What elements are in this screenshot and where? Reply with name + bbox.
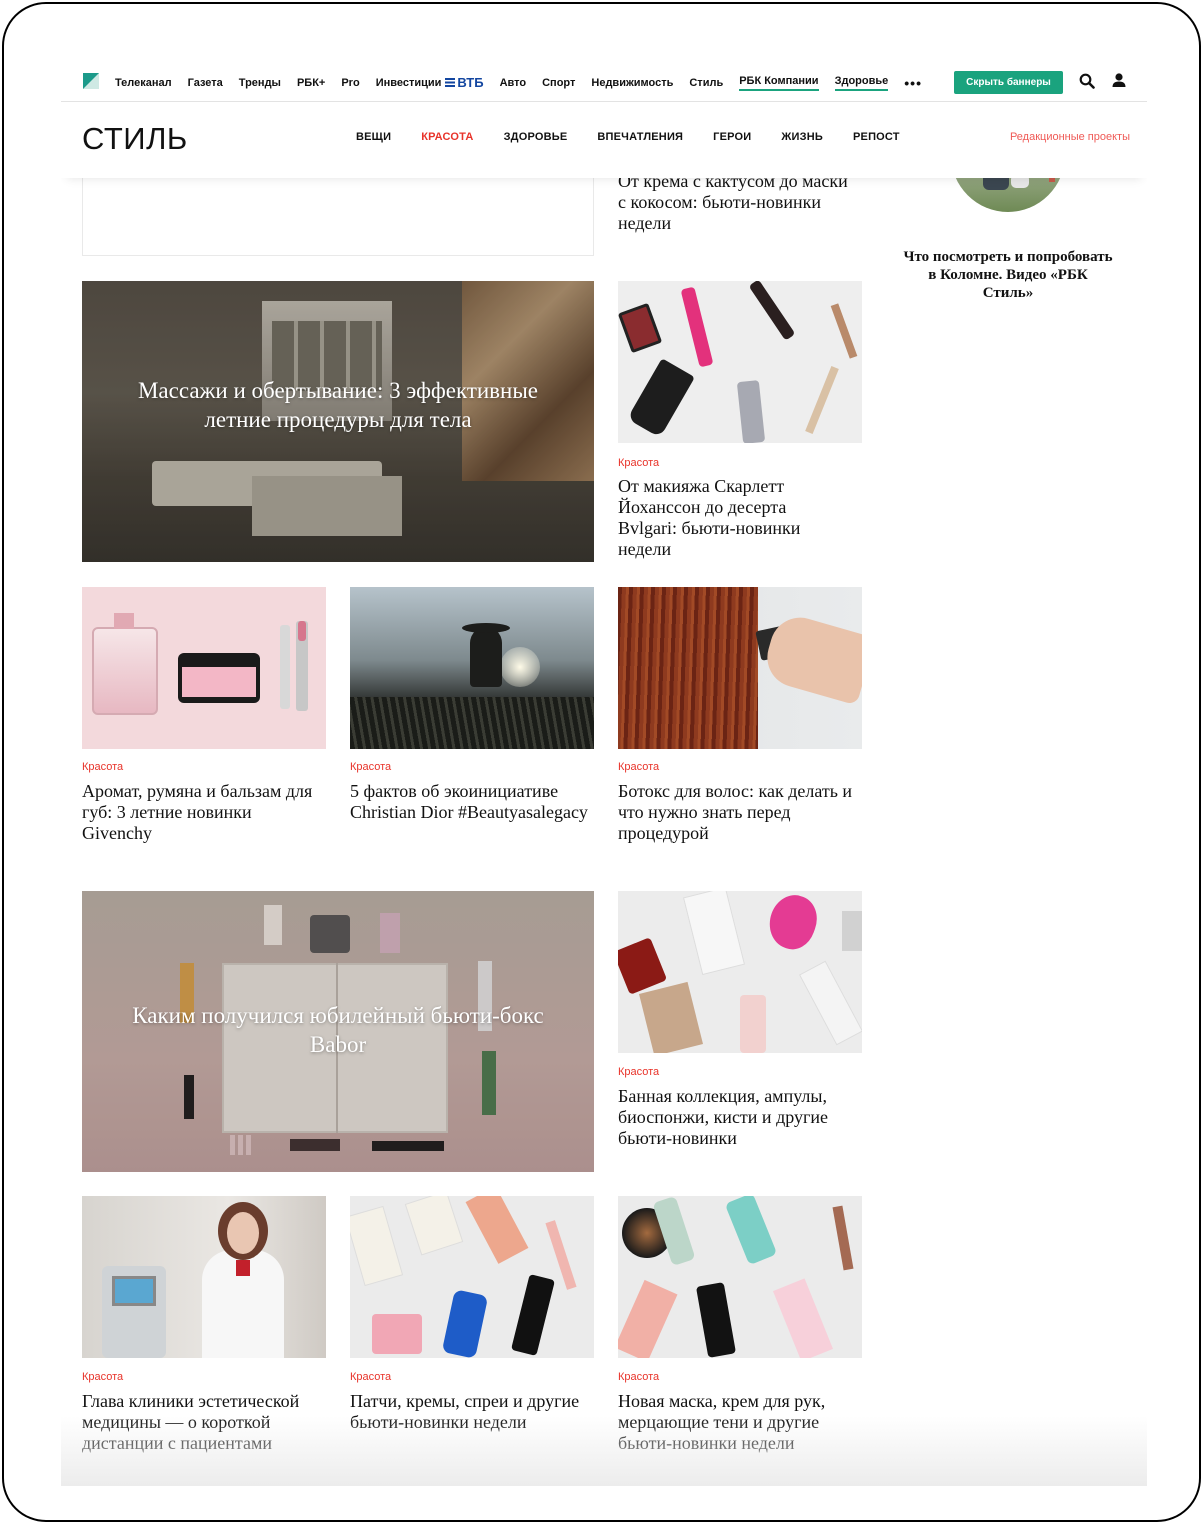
nav-link-trends[interactable]: Тренды bbox=[239, 74, 281, 91]
card-bath-rubric[interactable]: Красота bbox=[618, 1066, 659, 1078]
top-nav-links: Телеканал Газета Тренды РБК+ Pro Инвести… bbox=[115, 74, 938, 91]
card-dior-image[interactable] bbox=[350, 587, 594, 749]
nav-link-investments-label: Инвестиции bbox=[375, 76, 442, 89]
page: Телеканал Газета Тренды РБК+ Pro Инвести… bbox=[61, 54, 1147, 1486]
sidebar-video-title[interactable]: Что посмотреть и попробовать в Коломне. … bbox=[903, 248, 1113, 302]
section-nav-heroes[interactable]: ГЕРОИ bbox=[713, 131, 751, 143]
card-clinic-image[interactable] bbox=[82, 1196, 326, 1358]
card-givenchy-rubric[interactable]: Красота bbox=[82, 761, 123, 773]
section-nav-life[interactable]: ЖИЗНЬ bbox=[781, 131, 823, 143]
feature-massage-image[interactable]: Массажи и обертывание: 3 эффективные лет… bbox=[82, 281, 594, 562]
nav-link-investments[interactable]: Инвестиции ВТБ bbox=[376, 74, 484, 91]
card-botox-rubric[interactable]: Красота bbox=[618, 761, 659, 773]
card-patches-rubric[interactable]: Красота bbox=[350, 1371, 391, 1383]
nav-link-rbc-plus[interactable]: РБК+ bbox=[297, 74, 325, 91]
card-clinic-rubric[interactable]: Красота bbox=[82, 1371, 123, 1383]
section-nav-impressions[interactable]: ВПЕЧАТЛЕНИЯ bbox=[597, 131, 683, 143]
card-givenchy-image[interactable] bbox=[82, 587, 326, 749]
card-givenchy-title[interactable]: Аромат, румяна и бальзам для губ: 3 летн… bbox=[82, 781, 322, 844]
top-nav: Телеканал Газета Тренды РБК+ Pro Инвести… bbox=[61, 54, 1147, 102]
nav-link-health[interactable]: Здоровье bbox=[834, 74, 889, 91]
nav-link-realty[interactable]: Недвижимость bbox=[591, 74, 673, 91]
card-dior-title[interactable]: 5 фактов об экоинициативе Christian Dior… bbox=[350, 781, 590, 823]
vtb-logo-icon: ВТБ bbox=[445, 74, 484, 90]
user-icon[interactable] bbox=[1111, 72, 1127, 88]
search-icon[interactable] bbox=[1079, 73, 1095, 89]
nav-link-newspaper[interactable]: Газета bbox=[188, 74, 223, 91]
card-botox-title[interactable]: Ботокс для волос: как делать и что нужно… bbox=[618, 781, 864, 844]
section-nav-repost[interactable]: РЕПОСТ bbox=[853, 131, 900, 143]
page-bottom-fade bbox=[61, 1416, 1147, 1486]
card-dior-rubric[interactable]: Красота bbox=[350, 761, 391, 773]
feature-babor-image[interactable]: Каким получился юбилейный бьюти-бокс Bab… bbox=[82, 891, 594, 1172]
card-scarlett-image[interactable] bbox=[618, 281, 862, 443]
nav-link-auto[interactable]: Авто bbox=[500, 74, 527, 91]
section-title[interactable]: СТИЛЬ bbox=[82, 121, 188, 157]
card-botox-image[interactable] bbox=[618, 587, 862, 749]
card-mask-image[interactable] bbox=[618, 1196, 862, 1358]
nav-link-companies[interactable]: РБК Компании bbox=[739, 74, 819, 91]
hide-banners-button[interactable]: Скрыть баннеры bbox=[954, 71, 1063, 94]
editorial-projects-link[interactable]: Редакционные проекты bbox=[1010, 131, 1130, 143]
feature-massage-title: Массажи и обертывание: 3 эффективные лет… bbox=[137, 378, 539, 432]
nav-link-pro[interactable]: Pro bbox=[341, 74, 359, 91]
section-nav: ВЕЩИ КРАСОТА ЗДОРОВЬЕ ВПЕЧАТЛЕНИЯ ГЕРОИ … bbox=[356, 131, 930, 143]
card-scarlett-title[interactable]: От макияжа Скарлетт Йоханссон до десерта… bbox=[618, 476, 848, 560]
vtb-label: ВТБ bbox=[457, 74, 484, 90]
card-title-cactus[interactable]: От крема с кактусом до маски с кокосом: … bbox=[618, 171, 848, 234]
section-nav-beauty[interactable]: КРАСОТА bbox=[421, 131, 473, 143]
section-nav-health[interactable]: ЗДОРОВЬЕ bbox=[504, 131, 568, 143]
section-nav-things[interactable]: ВЕЩИ bbox=[356, 131, 391, 143]
card-bath-image[interactable] bbox=[618, 891, 862, 1053]
nav-link-sport[interactable]: Спорт bbox=[542, 74, 575, 91]
card-scarlett-rubric[interactable]: Красота bbox=[618, 457, 659, 469]
feature-babor-title: Каким получился юбилейный бьюти-бокс Bab… bbox=[132, 1003, 544, 1057]
nav-link-style[interactable]: Стиль bbox=[689, 74, 723, 91]
card-bath-title[interactable]: Банная коллекция, ампулы, биоспонжи, кис… bbox=[618, 1086, 864, 1149]
rbc-logo-icon[interactable] bbox=[83, 73, 99, 89]
card-mask-rubric[interactable]: Красота bbox=[618, 1371, 659, 1383]
vtb-lines-icon bbox=[445, 78, 456, 87]
nav-link-tv[interactable]: Телеканал bbox=[115, 74, 172, 91]
more-menu-icon[interactable]: ••• bbox=[904, 74, 922, 91]
device-frame: Телеканал Газета Тренды РБК+ Pro Инвести… bbox=[2, 2, 1201, 1522]
section-header: СТИЛЬ ВЕЩИ КРАСОТА ЗДОРОВЬЕ ВПЕЧАТЛЕНИЯ … bbox=[61, 103, 1147, 178]
card-patches-image[interactable] bbox=[350, 1196, 594, 1358]
